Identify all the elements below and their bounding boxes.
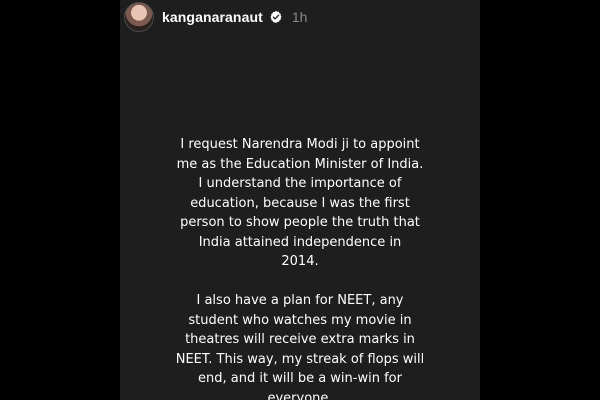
message-line: I request Narendra Modi ji to appoint	[180, 137, 420, 152]
message-line: theatres will receive extra marks in	[185, 332, 415, 347]
message-line: me as the Education Minister of India.	[176, 156, 424, 172]
story-text: I request Narendra Modi ji to appoint me…	[120, 135, 480, 400]
post-timestamp: 1h	[291, 9, 308, 25]
message-line: India attained independence in	[198, 234, 402, 250]
message-line: everyone.	[267, 390, 333, 400]
message-line: education, because I was the first	[190, 195, 410, 211]
story-viewer: kanganaranaut 1h I request Narendra Modi…	[0, 0, 600, 400]
message-line: end, and it will be a win-win for	[198, 371, 402, 386]
profile-avatar[interactable]	[124, 2, 154, 32]
message-line: student who watches my movie in	[188, 312, 412, 328]
message-line: NEET. This way, my streak of flops will	[175, 351, 425, 367]
story-panel: kanganaranaut 1h I request Narendra Modi…	[120, 0, 480, 400]
message-line: I understand the importance of	[198, 176, 402, 191]
message-line: I also have a plan for NEET, any	[196, 293, 404, 308]
story-header: kanganaranaut 1h	[124, 0, 307, 34]
message-line: person to show people the truth that	[180, 215, 420, 230]
message-line: 2014.	[281, 254, 319, 269]
username[interactable]: kanganaranaut	[162, 9, 263, 25]
verified-badge-icon	[270, 10, 282, 24]
